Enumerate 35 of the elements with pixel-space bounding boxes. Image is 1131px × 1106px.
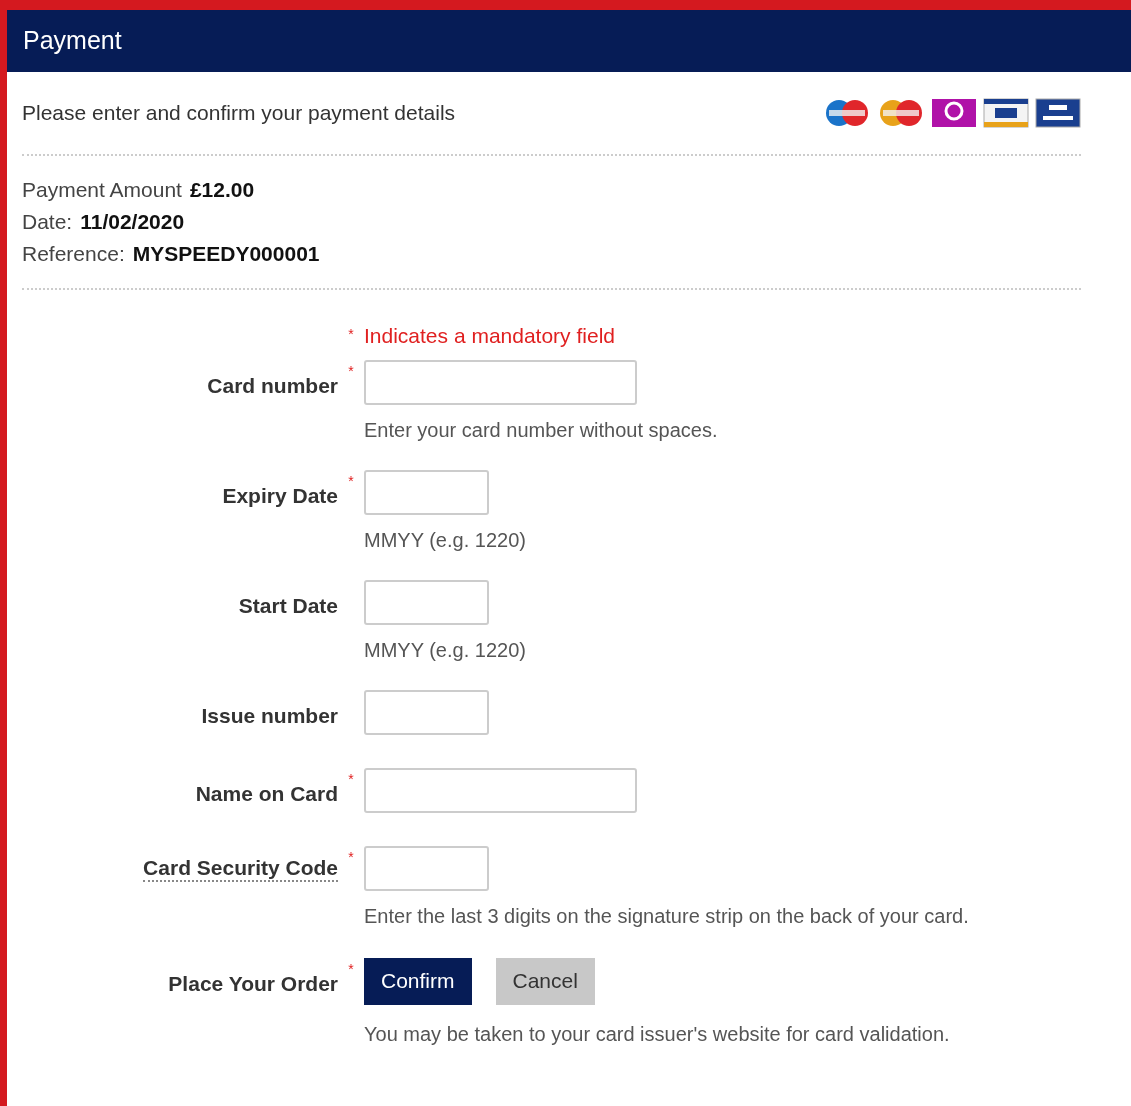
text-field[interactable] bbox=[364, 469, 489, 515]
field-label: Card Security Code bbox=[143, 855, 338, 882]
field-label: Issue number bbox=[201, 702, 338, 729]
cancel-button[interactable]: Cancel bbox=[495, 957, 595, 1005]
required-mark: * bbox=[348, 472, 354, 489]
field-label: Place Your Order bbox=[168, 970, 338, 997]
text-field[interactable] bbox=[364, 845, 489, 891]
field-label: Card number bbox=[207, 372, 338, 399]
summary-value: MYSPEEDY000001 bbox=[132, 241, 320, 267]
text-field[interactable] bbox=[364, 767, 637, 813]
help-text: You may be taken to your card issuer's website for card validation. bbox=[364, 1021, 950, 1047]
confirm-button[interactable]: Confirm bbox=[364, 957, 472, 1005]
text-field[interactable] bbox=[364, 689, 489, 735]
help-text: Enter the last 3 digits on the signature strip on the back of your card. bbox=[364, 903, 969, 929]
text-field[interactable] bbox=[364, 579, 489, 625]
text-field[interactable] bbox=[364, 359, 637, 405]
required-mark: * bbox=[348, 848, 354, 865]
mandatory-note: Indicates a mandatory field bbox=[364, 323, 615, 349]
summary-label: Reference: bbox=[22, 241, 125, 267]
required-mark: * bbox=[348, 770, 354, 787]
field-label: Start Date bbox=[238, 592, 338, 619]
intro-text: Please enter and confirm your payment details bbox=[22, 100, 456, 127]
summary-value: 11/02/2020 bbox=[80, 209, 185, 235]
required-mark: * bbox=[348, 362, 354, 379]
summary-value: £12.00 bbox=[189, 177, 255, 203]
summary-label: Date: bbox=[22, 209, 73, 235]
help-text: MMYY (e.g. 1220) bbox=[364, 637, 526, 663]
required-mark: * bbox=[347, 325, 355, 344]
summary-label: Payment Amount bbox=[22, 177, 182, 203]
help-text: Enter your card number without spaces. bbox=[364, 417, 718, 443]
required-mark: * bbox=[348, 960, 354, 977]
field-label: Expiry Date bbox=[222, 482, 338, 509]
field-label: Name on Card bbox=[195, 780, 338, 807]
page-title: Payment bbox=[23, 25, 122, 57]
help-text: MMYY (e.g. 1220) bbox=[364, 527, 526, 553]
